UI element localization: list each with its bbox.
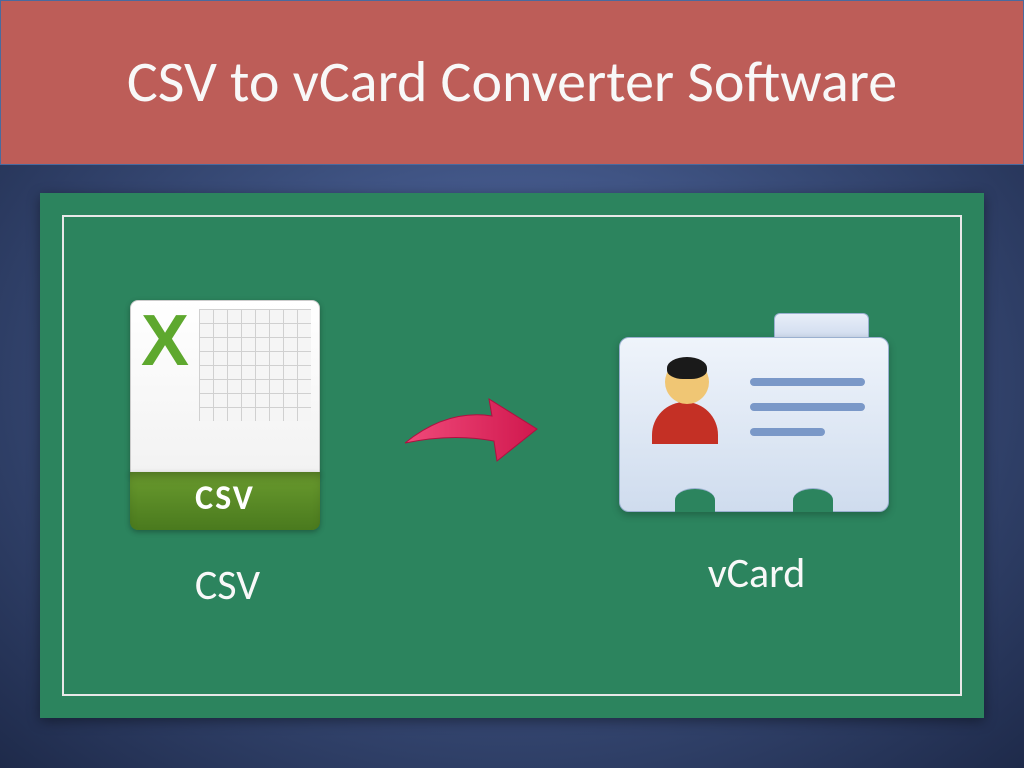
content-panel: X CSV CSV <box>40 193 984 718</box>
csv-badge-text: CSV <box>195 478 255 519</box>
source-label: CSV <box>195 560 260 611</box>
arrow-wrap <box>397 381 547 471</box>
avatar-head <box>665 360 709 404</box>
csv-badge-bar: CSV <box>130 472 320 530</box>
target-label: vCard <box>708 548 806 599</box>
panel-border: X CSV CSV <box>62 215 962 696</box>
avatar-hair <box>667 357 707 379</box>
csv-file-icon: X CSV <box>130 300 325 530</box>
vcard-body <box>619 337 889 512</box>
contact-line-icon <box>750 403 865 411</box>
contact-line-icon <box>750 428 825 436</box>
card-notch <box>793 488 833 512</box>
avatar-torso <box>652 402 718 444</box>
excel-x-glyph: X <box>141 309 189 374</box>
arrow-right-icon <box>397 381 547 471</box>
title-bar: CSV to vCard Converter Software <box>0 0 1024 165</box>
target-group: vCard <box>619 313 894 599</box>
contact-line-icon <box>750 378 865 386</box>
source-group: X CSV CSV <box>130 300 325 611</box>
page-title: CSV to vCard Converter Software <box>127 46 897 119</box>
vcard-file-icon <box>619 313 894 518</box>
card-notch <box>675 488 715 512</box>
spreadsheet-grid-icon <box>199 309 311 421</box>
avatar-icon <box>652 360 722 445</box>
csv-sheet: X <box>130 300 320 475</box>
